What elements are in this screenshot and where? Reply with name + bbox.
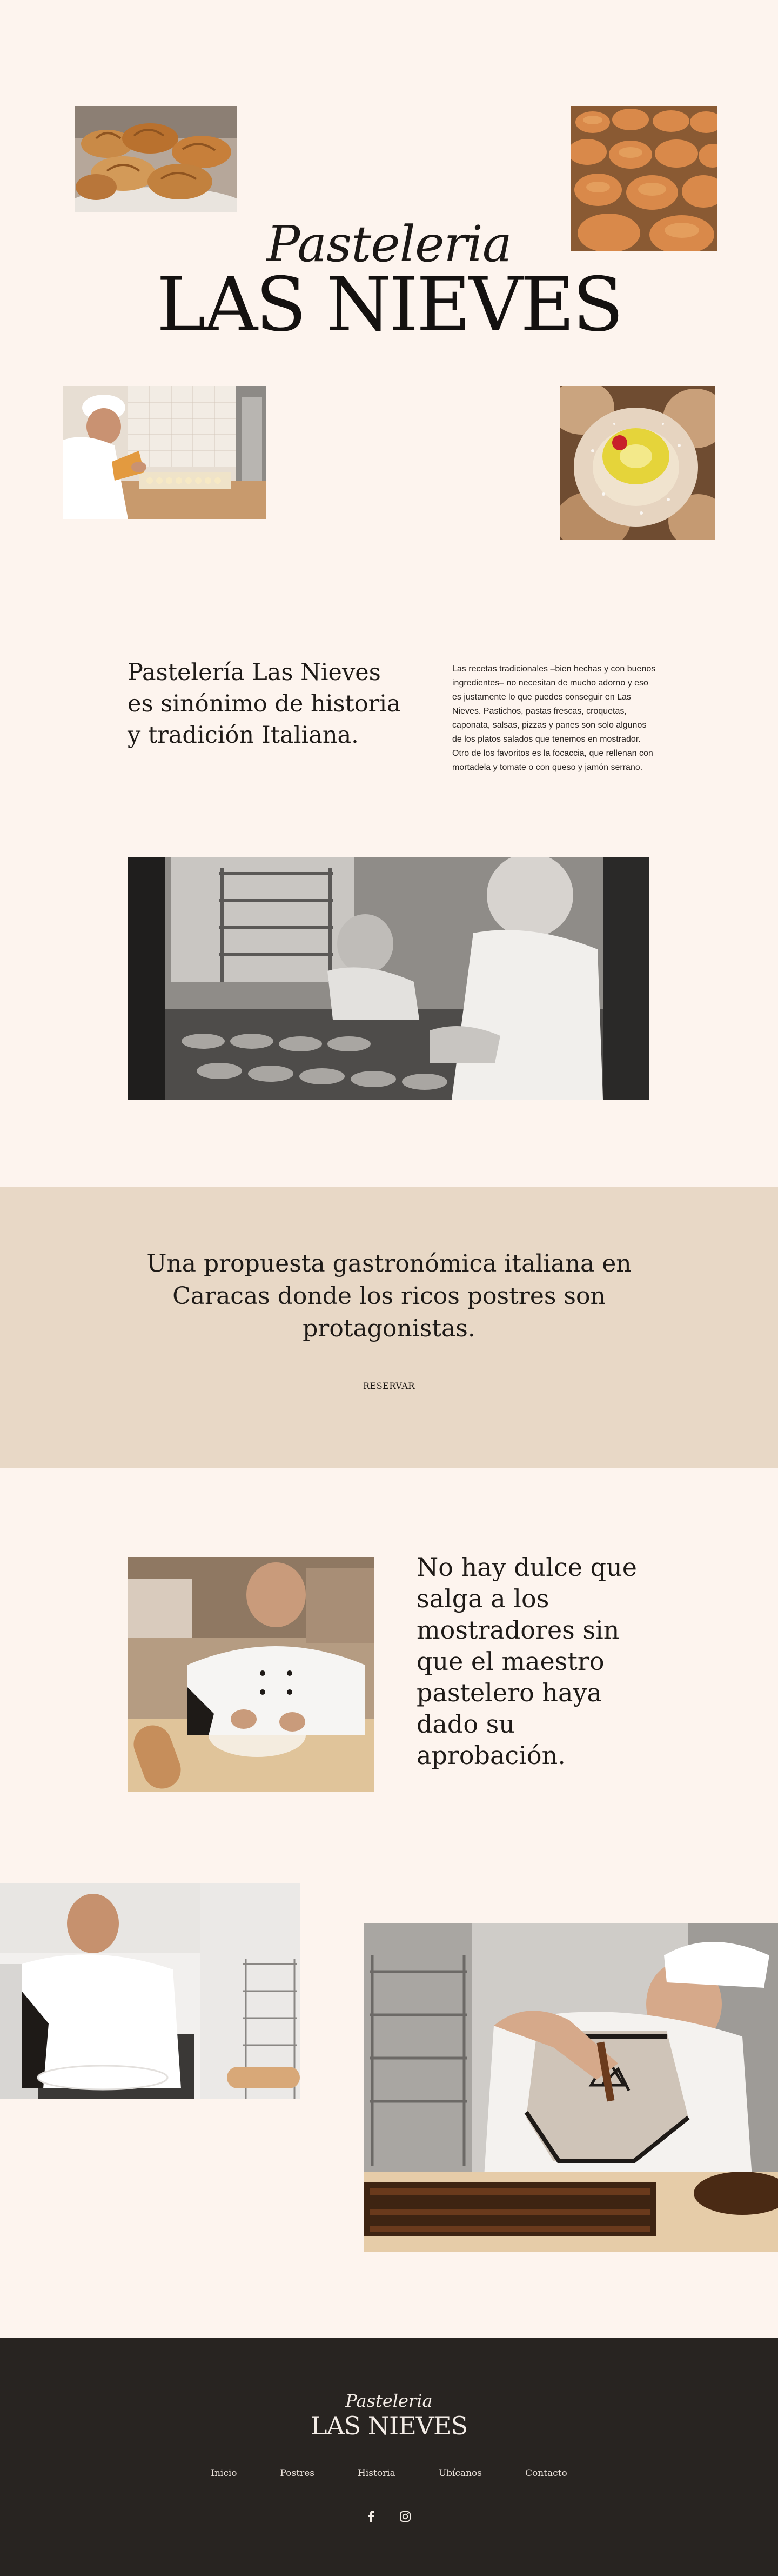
chef-glazing-photo (364, 1923, 778, 2252)
footer-script-title: Pasteleria (345, 2391, 433, 2411)
instagram-icon[interactable] (399, 2510, 412, 2523)
quote-text: No hay dulce que salga a los mostradores… (417, 1553, 637, 1770)
pastry-chef-piping-photo (63, 386, 266, 519)
footer-main-title: LAS NIEVES (310, 2411, 468, 2440)
bakers-bw-photo (128, 857, 649, 1100)
reservation-band: Una propuesta gastronómica italiana en C… (0, 1187, 778, 1468)
reserve-button[interactable]: RESERVAR (338, 1368, 440, 1403)
band-tagline: Una propuesta gastronómica italiana en C… (146, 1250, 632, 1342)
footer-link-inicio[interactable]: Inicio (211, 2468, 237, 2479)
footer-link-contacto[interactable]: Contacto (525, 2468, 567, 2479)
facebook-icon[interactable] (365, 2510, 378, 2523)
footer-link-ubicanos[interactable]: Ubícanos (439, 2468, 482, 2479)
site-footer: Pasteleria LAS NIEVES Inicio Postres His… (0, 2338, 778, 2576)
chef-plate-photo (0, 1883, 300, 2099)
footer-nav: Inicio Postres Historia Ubícanos Contact… (0, 2468, 778, 2479)
intro-heading: Pastelería Las Nieves es sinónimo de his… (128, 659, 401, 749)
hero-main-title: LAS NIEVES (156, 261, 624, 348)
footer-link-historia[interactable]: Historia (358, 2468, 395, 2479)
cream-pastry-photo (560, 386, 715, 540)
footer-link-postres[interactable]: Postres (280, 2468, 314, 2479)
chef-kneading-photo (128, 1557, 374, 1792)
croissants-photo (75, 106, 237, 212)
intro-body: Las recetas tradicionales –bien hechas y… (452, 664, 656, 772)
